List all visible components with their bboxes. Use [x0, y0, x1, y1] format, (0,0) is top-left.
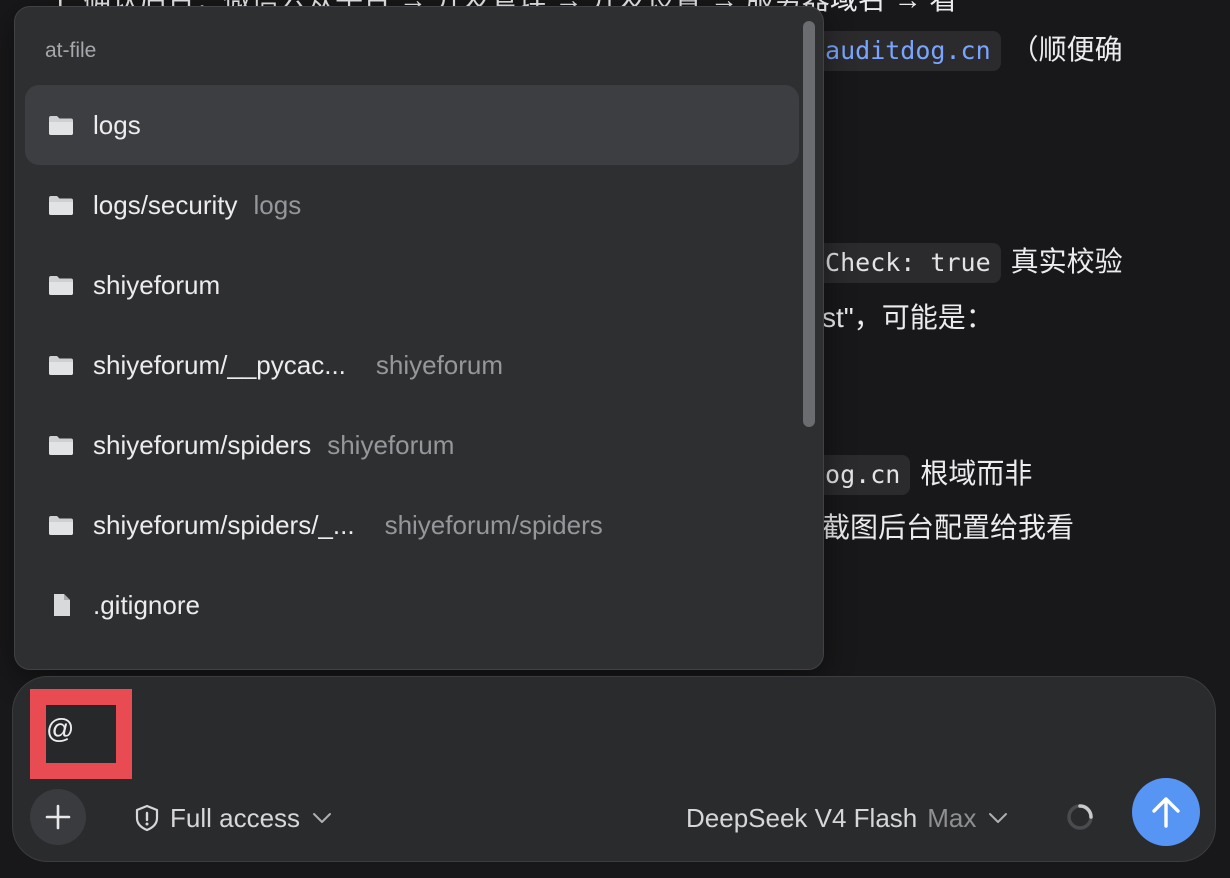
chat-code-check: lCheck: true	[800, 243, 1001, 283]
item-label: shiyeforum/__pycac...	[93, 349, 346, 380]
folder-icon	[49, 196, 73, 215]
item-label: .gitignore	[93, 589, 200, 620]
list-item[interactable]: logs/security logs	[25, 165, 799, 245]
chevron-down-icon	[989, 813, 1008, 823]
item-label: shiyeforum	[93, 269, 221, 300]
message-input[interactable]: @	[46, 713, 74, 745]
folder-icon	[49, 516, 73, 535]
item-label: shiyeforum/spiders/_...	[93, 509, 355, 540]
list-item[interactable]: shiyeforum/spiders shiyeforum	[25, 405, 799, 485]
chat-text: 根域而非	[920, 458, 1033, 489]
list-item[interactable]: shiyeforum/__pycac... shiyeforum	[25, 325, 799, 405]
send-button[interactable]	[1132, 778, 1200, 846]
chat-line-4: st"，可能是：	[822, 302, 994, 333]
item-parent-path: shiyeforum/spiders	[384, 509, 603, 540]
shield-icon	[135, 804, 159, 832]
access-mode-dropdown[interactable]: Full access	[134, 796, 342, 840]
folder-icon	[49, 436, 73, 455]
plus-icon	[45, 804, 71, 830]
file-list: logs logs/security logs shiyeforum shiye…	[25, 85, 799, 645]
list-item[interactable]: shiyeforum	[25, 245, 799, 325]
item-label: logs	[93, 109, 141, 140]
item-parent-path: logs	[253, 189, 302, 220]
chevron-down-icon	[313, 813, 332, 823]
arrow-up-icon	[1152, 797, 1180, 828]
chat-line-5: dog.cn 根域而非	[800, 454, 1032, 495]
access-mode-label: Full access	[170, 802, 301, 833]
item-parent-path: shiyeforum	[327, 429, 455, 460]
chat-text: （顺便确	[1010, 34, 1123, 65]
item-label: logs/security	[93, 189, 238, 220]
model-selector[interactable]: DeepSeek V4 Flash Max	[686, 796, 1008, 840]
chat-line-2: .auditdog.cn （顺便确	[800, 30, 1123, 71]
add-attachment-button[interactable]	[30, 789, 86, 845]
chat-code-domain: .auditdog.cn	[800, 31, 1001, 71]
list-item[interactable]: logs	[25, 85, 799, 165]
popup-header: at-file	[45, 39, 97, 62]
chat-text: 真实校验	[1010, 246, 1123, 277]
at-file-popup: at-file logs logs/security logs shiyefor…	[14, 6, 824, 670]
item-label: shiyeforum/spiders	[93, 429, 312, 460]
file-icon	[54, 594, 70, 616]
folder-icon	[49, 356, 73, 375]
model-name: DeepSeek V4 Flash	[686, 802, 918, 833]
model-variant: Max	[927, 802, 977, 833]
folder-icon	[49, 276, 73, 295]
chat-line-3: lCheck: true 真实校验	[800, 242, 1123, 283]
list-item[interactable]: shiyeforum/spiders/_... shiyeforum/spide…	[25, 485, 799, 565]
folder-icon	[49, 116, 73, 135]
popup-scrollbar[interactable]	[803, 21, 815, 427]
loading-spinner-icon	[1067, 804, 1093, 830]
list-item[interactable]: .gitignore	[25, 565, 799, 645]
chat-line-6: 截图后台配置给我看	[822, 512, 1075, 543]
item-parent-path: shiyeforum	[375, 349, 504, 380]
